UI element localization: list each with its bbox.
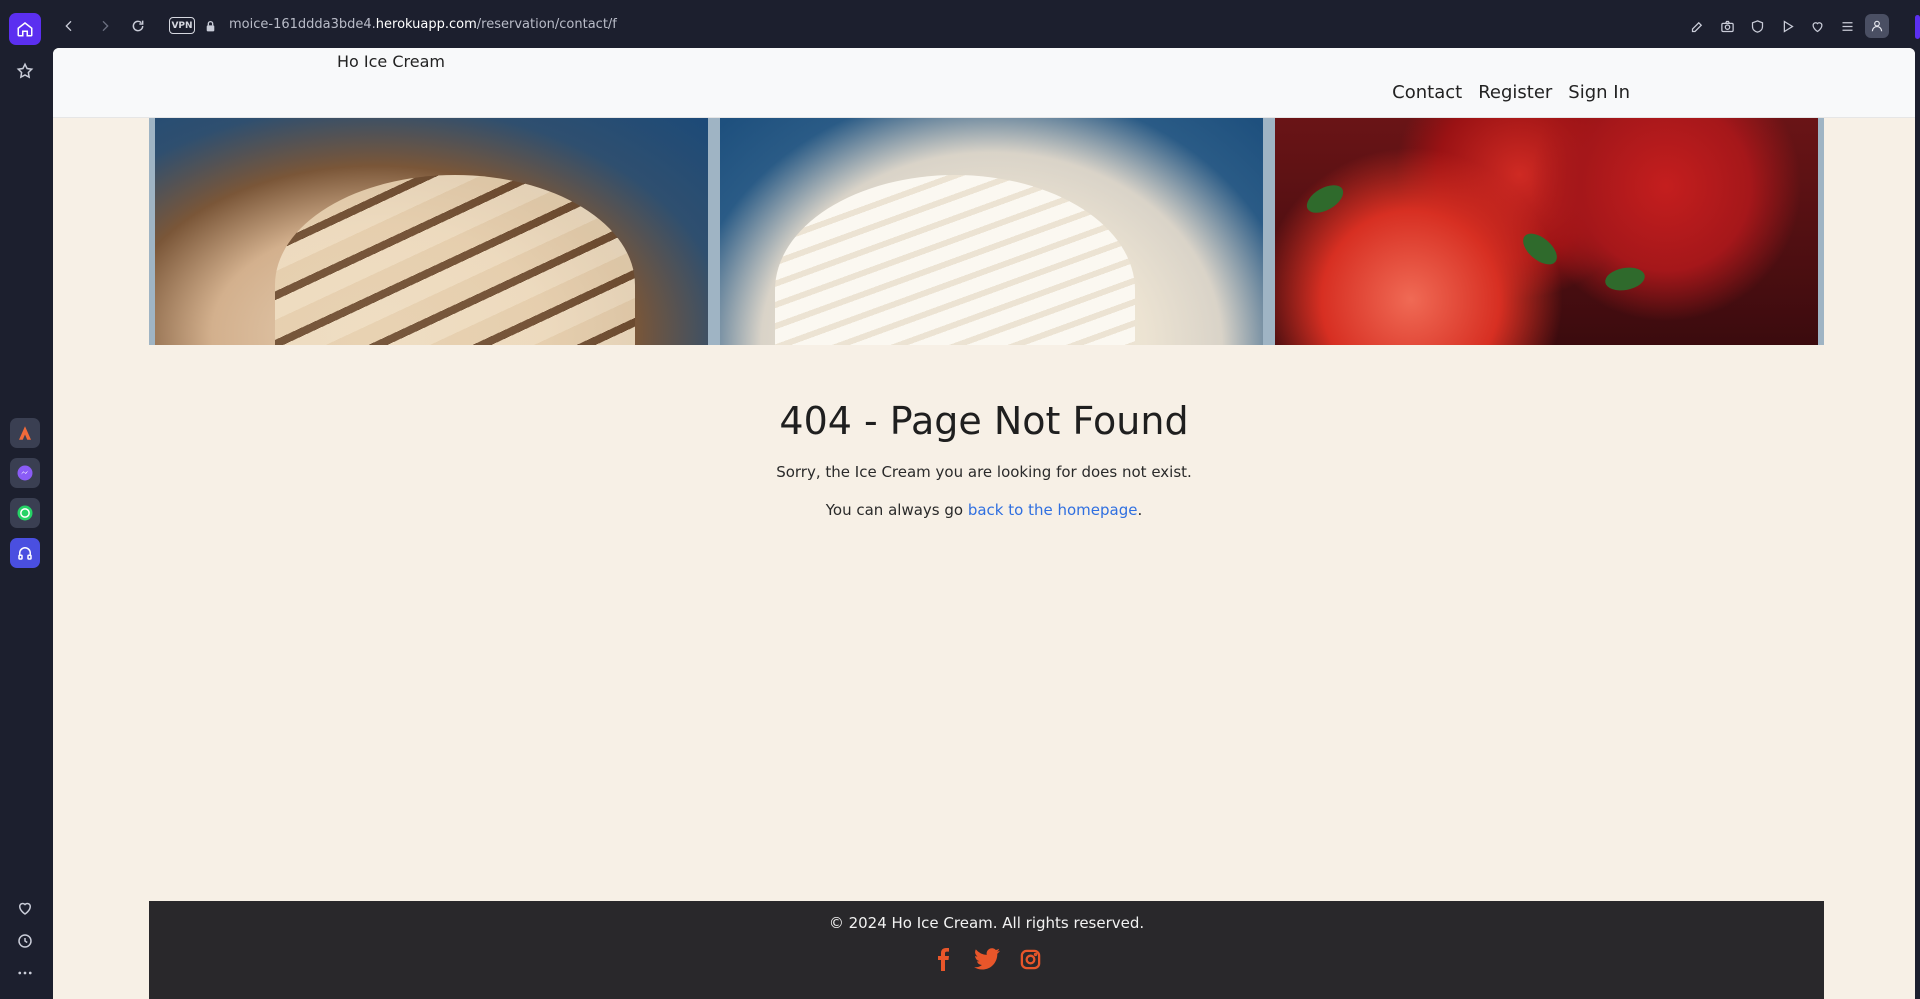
- error-title: 404 - Page Not Found: [779, 399, 1189, 443]
- site-header: Ho Ice Cream Contact Register Sign In: [53, 48, 1915, 118]
- back-icon[interactable]: [57, 14, 81, 38]
- camera-icon[interactable]: [1715, 14, 1739, 38]
- url-prefix: moice-161ddda3bde4.: [229, 17, 376, 32]
- history-icon[interactable]: [9, 925, 41, 957]
- instagram-icon[interactable]: [1018, 946, 1044, 972]
- strawberry-leaf: [1517, 227, 1563, 271]
- profile-icon[interactable]: [1865, 14, 1889, 38]
- hero-banner-image: [149, 118, 1824, 345]
- site-footer: © 2024 Ho Ice Cream. All rights reserved…: [149, 901, 1824, 999]
- play-icon[interactable]: [1775, 14, 1799, 38]
- vpn-badge[interactable]: VPN: [169, 17, 195, 34]
- whatsapp-icon[interactable]: [10, 498, 40, 528]
- hint-suffix: .: [1137, 501, 1143, 519]
- aria-app-icon[interactable]: [10, 418, 40, 448]
- bookmarks-icon[interactable]: [9, 55, 41, 87]
- copyright-text: © 2024 Ho Ice Cream. All rights reserved…: [828, 914, 1145, 932]
- messenger-icon[interactable]: [10, 458, 40, 488]
- strawberry-leaf: [1302, 179, 1348, 219]
- hint-prefix: You can always go: [825, 501, 968, 519]
- nav-contact[interactable]: Contact: [1392, 82, 1462, 103]
- browser-sidebar: [0, 0, 50, 999]
- heart-icon[interactable]: [1805, 14, 1829, 38]
- nav-sign-in[interactable]: Sign In: [1568, 82, 1630, 103]
- more-icon[interactable]: [9, 957, 41, 989]
- vanilla-scoop: [775, 175, 1135, 345]
- nav-register[interactable]: Register: [1478, 82, 1552, 103]
- lock-icon[interactable]: [198, 14, 222, 38]
- url-path: /reservation/contact/f: [476, 17, 617, 32]
- shield-icon[interactable]: [1745, 14, 1769, 38]
- main-nav: Contact Register Sign In: [1392, 82, 1630, 103]
- chocolate-ice-cream-tub: [149, 118, 714, 345]
- menu-icon[interactable]: [1835, 14, 1859, 38]
- music-player-icon[interactable]: [10, 538, 40, 568]
- home-icon[interactable]: [9, 13, 41, 45]
- social-links: [149, 946, 1824, 972]
- strawberry-tub: [1269, 118, 1824, 345]
- vanilla-ice-cream-tub: [714, 118, 1269, 345]
- browser-accent-bar: [1915, 15, 1920, 39]
- edit-icon[interactable]: [1685, 14, 1709, 38]
- strawberry-leaf: [1603, 264, 1647, 294]
- url-domain: herokuapp.com: [375, 17, 477, 32]
- error-content: 404 - Page Not Found Sorry, the Ice Crea…: [53, 345, 1915, 519]
- facebook-icon[interactable]: [930, 946, 956, 972]
- address-bar[interactable]: moice-161ddda3bde4.herokuapp.com/reserva…: [229, 17, 617, 32]
- browser-toolbar: VPN moice-161ddda3bde4.herokuapp.com/res…: [53, 6, 1913, 46]
- error-message: Sorry, the Ice Cream you are looking for…: [776, 463, 1192, 481]
- page-viewport: Ho Ice Cream Contact Register Sign In 40…: [53, 48, 1915, 999]
- reload-icon[interactable]: [126, 14, 150, 38]
- error-hint: You can always go back to the homepage.: [53, 501, 1915, 519]
- homepage-link[interactable]: back to the homepage: [968, 501, 1138, 519]
- brand-link[interactable]: Ho Ice Cream: [337, 52, 445, 71]
- favorites-icon[interactable]: [9, 892, 41, 924]
- forward-icon[interactable]: [93, 14, 117, 38]
- chocolate-swirl-scoop: [275, 175, 635, 345]
- twitter-icon[interactable]: [973, 946, 1000, 972]
